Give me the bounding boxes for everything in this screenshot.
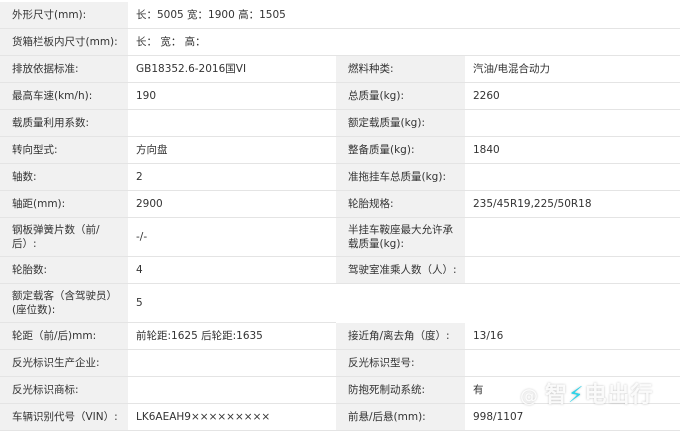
table-row: 反光标识生产企业: 反光标识型号: [0,349,680,377]
spec-value [128,109,336,137]
watermark-text: 电出行 [584,383,654,408]
spec-value [465,349,680,377]
table-row: 轴数: 2 准拖挂车总质量(kg): [0,163,680,191]
spec-value [465,163,680,191]
spec-label: 反光标识商标: [0,376,128,404]
table-row: 货箱栏板内尺寸(mm): 长： 宽： 高： [0,28,680,56]
spec-value: 方向盘 [128,136,336,164]
spec-label: 载质量利用系数: [0,109,128,137]
spec-value: 4 [128,256,336,284]
spec-label: 货箱栏板内尺寸(mm): [0,28,128,56]
spec-label: 总质量(kg): [336,82,465,110]
spec-label: 轮胎规格: [336,190,465,218]
spec-label: 车辆识别代号（VIN）: [0,403,128,431]
spec-label: 整备质量(kg): [336,136,465,164]
watermark-logo: @ 智⚡电出行 [520,377,653,409]
spec-label: 防抱死制动系统: [336,376,465,404]
spec-value: 前轮距:1625 后轮距:1635 [128,322,336,350]
table-row: 载质量利用系数: 额定载质量(kg): [0,109,680,137]
spec-value [128,349,336,377]
spec-value: LK6AEAH9××××××××× [128,403,336,431]
watermark-text: 智 [545,383,569,408]
spec-table: 外形尺寸(mm): 长：5005 宽：1900 高：1505 货箱栏板内尺寸(mm)… [0,2,680,431]
spec-label: 反光标识型号: [336,349,465,377]
table-row: 转向型式: 方向盘 整备质量(kg): 1840 [0,136,680,164]
spec-label: 反光标识生产企业: [0,349,128,377]
spec-value [465,109,680,137]
spec-label: 接近角/离去角（度）: [336,322,465,350]
table-row: 轮距（前/后)mm: 前轮距:1625 后轮距:1635 接近角/离去角（度）: 13… [0,322,680,350]
spec-label: 半挂车鞍座最大允许承载质量(kg): [336,217,465,257]
table-row: 轴距(mm): 2900 轮胎规格: 235/45R19,225/50R18 [0,190,680,218]
spec-label: 前悬/后悬(mm): [336,403,465,431]
spec-value: 长：5005 宽：1900 高：1505 [128,2,680,29]
spec-label: 额定载客（含驾驶员）(座位数): [0,283,128,323]
spec-value: 235/45R19,225/50R18 [465,190,680,218]
spec-label: 排放依据标准: [0,55,128,83]
table-row: 外形尺寸(mm): 长：5005 宽：1900 高：1505 [0,2,680,29]
spec-label: 轴距(mm): [0,190,128,218]
table-row: 最高车速(km/h): 190 总质量(kg): 2260 [0,82,680,110]
spec-label: 驾驶室准乘人数（人）: [336,256,465,284]
table-row: 轮胎数: 4 驾驶室准乘人数（人）: [0,256,680,284]
spec-label: 外形尺寸(mm): [0,2,128,29]
table-row: 钢板弹簧片数（前/后）: -/- 半挂车鞍座最大允许承载质量(kg): [0,217,680,257]
spec-value [128,376,336,404]
table-row: 额定载客（含驾驶员）(座位数): 5 [0,283,680,323]
spec-label: 最高车速(km/h): [0,82,128,110]
spec-value [465,217,680,257]
spec-value: 2900 [128,190,336,218]
table-row: 排放依据标准: GB18352.6-2016国VI 燃料种类: 汽油/电混合动力 [0,55,680,83]
at-icon: @ [520,386,539,407]
spec-label: 轮胎数: [0,256,128,284]
spec-label: 燃料种类: [336,55,465,83]
spec-label: 轴数: [0,163,128,191]
spec-label: 额定载质量(kg): [336,109,465,137]
spec-label: 准拖挂车总质量(kg): [336,163,465,191]
lightning-icon: ⚡ [568,383,585,408]
spec-label: 轮距（前/后)mm: [0,322,128,350]
spec-value: 2260 [465,82,680,110]
spec-value: 长： 宽： 高： [128,28,680,56]
spec-value: 1840 [465,136,680,164]
spec-value: 汽油/电混合动力 [465,55,680,83]
spec-value: 13/16 [465,322,680,350]
spec-label: 转向型式: [0,136,128,164]
spec-value: -/- [128,217,336,257]
spec-value: GB18352.6-2016国VI [128,55,336,83]
spec-value: 5 [128,283,336,323]
spec-label: 钢板弹簧片数（前/后）: [0,217,128,257]
spec-value: 190 [128,82,336,110]
spec-value: 2 [128,163,336,191]
empty-cell [336,284,680,323]
spec-value [465,256,680,284]
